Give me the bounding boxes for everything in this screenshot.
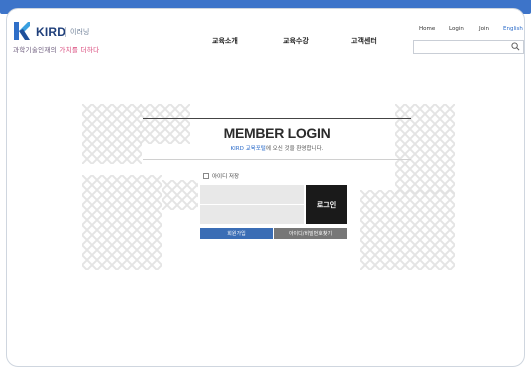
title-top-line — [143, 118, 411, 119]
bg-pattern-decoration — [82, 175, 162, 270]
search-icon[interactable] — [511, 42, 520, 51]
util-join-link[interactable]: Join — [479, 26, 489, 32]
logo-separator — [65, 27, 66, 37]
find-account-button[interactable]: 아이디/비밀번호찾기 — [274, 228, 347, 239]
slogan-highlight: 가치를 더하다 — [59, 46, 100, 54]
nav-support[interactable]: 고객센터 — [351, 36, 377, 46]
remember-id-label: 아이디 저장 — [212, 174, 240, 180]
logo-subtitle: 이러닝 — [70, 28, 90, 36]
search-box — [413, 40, 524, 54]
title-divider-line — [143, 159, 411, 160]
search-input[interactable] — [414, 41, 510, 53]
signup-button[interactable]: 회원가입 — [200, 228, 273, 239]
password-input[interactable] — [200, 205, 304, 224]
bg-pattern-decoration — [162, 180, 198, 210]
remember-id[interactable]: 아이디 저장 — [203, 172, 239, 180]
page-title: MEMBER LOGIN — [223, 125, 331, 141]
util-home-link[interactable]: Home — [419, 26, 435, 32]
slogan: 과학기술인재의 가치를 더하다 — [13, 44, 99, 54]
nav-about[interactable]: 교육소개 — [212, 36, 238, 46]
remember-id-checkbox[interactable] — [203, 173, 209, 179]
bg-pattern-decoration — [360, 190, 455, 270]
util-english-link[interactable]: English — [503, 26, 523, 32]
kird-logo-icon[interactable] — [14, 22, 30, 40]
subtitle-brand: KIRD 교육포털 — [230, 146, 266, 152]
logo-text[interactable]: KIRD — [36, 25, 66, 39]
slogan-prefix: 과학기술인재의 — [13, 46, 60, 54]
subtitle-text: 에 오신 것을 환영합니다. — [265, 146, 324, 152]
nav-courses[interactable]: 교육수강 — [283, 36, 309, 46]
user-id-input[interactable] — [200, 185, 304, 204]
bg-pattern-decoration — [82, 104, 142, 164]
login-button[interactable]: 로그인 — [306, 185, 347, 224]
util-login-link[interactable]: Login — [449, 26, 464, 32]
page-subtitle: KIRD 교육포털에 오신 것을 환영합니다. — [143, 144, 411, 152]
